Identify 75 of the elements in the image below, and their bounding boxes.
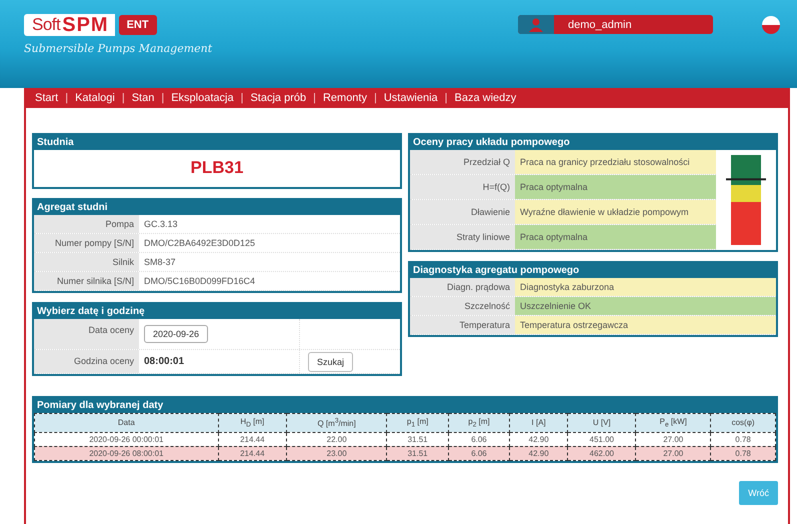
well-name: PLB31 — [190, 157, 244, 179]
date-field[interactable]: 2020-09-26 — [144, 325, 208, 343]
time-value: 08:00:01 — [144, 356, 184, 367]
nav-link[interactable]: Baza wiedzy — [454, 92, 516, 104]
nav-link[interactable]: Ustawienia — [384, 92, 438, 104]
table-cell: 31.51 — [386, 446, 448, 460]
table-cell: 2020-09-26 08:00:01 — [34, 446, 218, 460]
field-value: DMO/C2BA6492E3D0D125 — [143, 237, 256, 250]
nav-separator: | — [122, 92, 125, 104]
field-value: SM8-37 — [143, 256, 177, 269]
field-label: Pompa — [34, 215, 139, 233]
field-value: GC.3.13 — [143, 218, 179, 231]
table-cell: 214.44 — [218, 446, 286, 460]
field-label: Data oceny — [34, 319, 139, 349]
column-header: p$_{1}$ [m] — [386, 414, 448, 432]
field-label: Numer pompy [S/N] — [34, 234, 139, 252]
user-icon — [528, 18, 544, 32]
diagnostic-value: Diagnostyka zaburzona — [515, 278, 776, 296]
column-header: P$_{e}$ [kW] — [636, 414, 711, 432]
field-label: Temperatura — [410, 316, 515, 334]
rating-value: Praca na granicy przedziału stosowalności — [515, 150, 716, 174]
field-value: DMO/5C16B0D099FD16C4 — [143, 275, 256, 288]
rating-value: Praca optymalna — [515, 175, 716, 199]
nav-link[interactable]: Remonty — [322, 92, 367, 104]
table-row[interactable]: 2020-09-26 08:00:01 214.44 23.00 31.51 6.06 42.90 462.00 27.00 0.78 — [34, 446, 776, 460]
app-subtitle: Submersible Pumps Management — [24, 42, 212, 55]
diagnostic-value: Uszczelnienie OK — [515, 297, 776, 315]
panel-title: Studnia — [34, 135, 400, 150]
logo-text: Soft — [24, 14, 62, 36]
nav-separator: | — [65, 92, 68, 104]
nav-link[interactable]: Stacja prób — [250, 92, 306, 104]
table-cell: 0.78 — [710, 446, 776, 460]
field-label: Numer silnika [S/N] — [34, 272, 139, 290]
nav-link[interactable]: Katalogi — [75, 92, 115, 104]
nav-separator: | — [444, 92, 448, 104]
panel-title: Oceny pracy układu pompowego — [410, 135, 776, 150]
field-label: H=f(Q) — [410, 175, 515, 199]
nav-link[interactable]: Stan — [132, 92, 154, 104]
field-label: Przedział Q — [410, 150, 515, 174]
nav-separator: | — [374, 92, 377, 104]
table-cell: 462.00 — [568, 446, 636, 460]
logo-badge: ENT — [118, 15, 157, 35]
nav-separator: | — [313, 92, 316, 104]
flag-icon[interactable] — [762, 16, 780, 34]
user-menu[interactable]: demo_admin — [518, 15, 713, 34]
nav-link[interactable]: Start — [35, 92, 58, 104]
field-label: Diagn. prądowa — [410, 278, 515, 296]
field-label: Silnik — [34, 253, 139, 271]
nav-separator: | — [240, 92, 244, 104]
field-label: Dławienie — [410, 200, 515, 224]
rating-value: Praca optymalna — [515, 225, 716, 249]
table-cell: 27.00 — [636, 446, 711, 460]
panel-title: Diagnostyka agregatu pompowego — [410, 263, 776, 278]
nav-separator: | — [161, 92, 164, 104]
diagnostic-value: Temperatura ostrzegawcza — [515, 316, 776, 334]
table-cell: 23.00 — [286, 446, 387, 460]
column-header: I [A] — [510, 414, 568, 432]
column-header: Q [m$^{3}$/min] — [286, 414, 387, 432]
table-cell: 42.90 — [510, 446, 568, 460]
field-label: Godzina oceny — [34, 350, 139, 373]
column-header: p$_{2}$ [m] — [448, 414, 510, 432]
table-cell: 6.06 — [448, 446, 510, 460]
logo-text: SPM — [62, 14, 115, 36]
search-button[interactable]: Szukaj — [308, 352, 354, 372]
column-header: H$_{D}$ [m] — [218, 414, 286, 432]
column-header: Data — [34, 414, 218, 432]
nav-link[interactable]: Eksploatacja — [171, 92, 234, 104]
field-label: Szczelność — [410, 297, 515, 315]
column-header: cos(φ) — [710, 414, 776, 432]
panel-title: Agregat studni — [34, 200, 400, 215]
panel-title: Wybierz datę i godzinę — [34, 304, 400, 319]
column-header: U [V] — [568, 414, 636, 432]
field-label: Straty liniowe — [410, 225, 515, 249]
panel-title: Pomiary dla wybranej daty — [34, 398, 776, 413]
rating-value: Wyraźne dławienie w układzie pompowym — [515, 200, 716, 224]
